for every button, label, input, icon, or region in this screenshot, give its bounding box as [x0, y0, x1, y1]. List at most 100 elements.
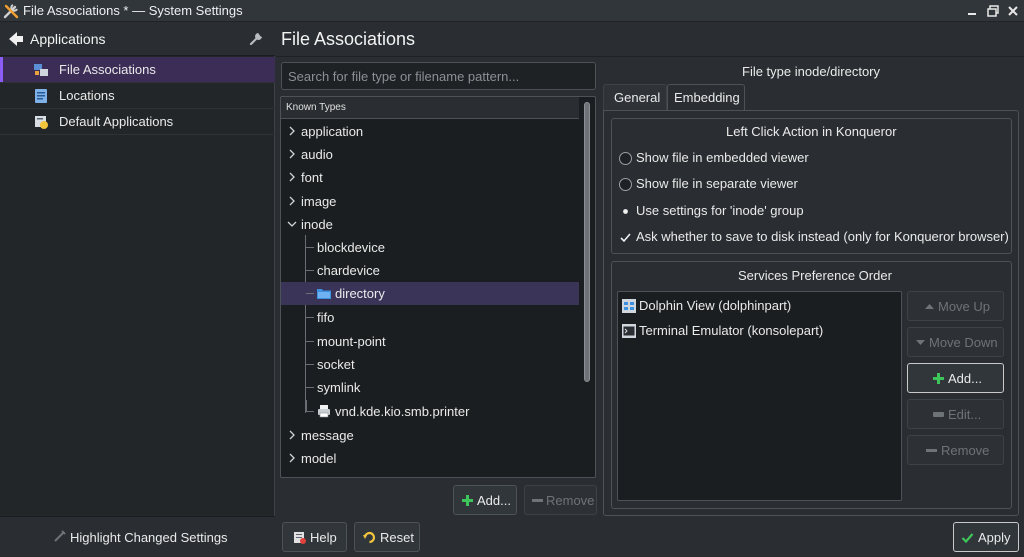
chevron-right-icon[interactable]: [287, 196, 297, 206]
wrench-icon[interactable]: [248, 29, 266, 47]
search-field[interactable]: [281, 62, 596, 90]
tree-connector: [306, 387, 314, 388]
remove-service-button[interactable]: Remove: [907, 435, 1004, 465]
radio-button[interactable]: [619, 152, 632, 165]
chevron-right-icon[interactable]: [287, 172, 297, 182]
move-down-button[interactable]: Move Down: [907, 327, 1004, 357]
checkmark-icon[interactable]: [619, 231, 632, 244]
tab-general-label: General: [614, 90, 661, 105]
tree-row[interactable]: chardevice: [281, 259, 579, 282]
sidebar-item-label: File Associations: [59, 62, 156, 77]
tree-row[interactable]: image: [281, 190, 579, 213]
reset-button[interactable]: Reset: [354, 522, 420, 552]
tree-connector: [306, 317, 314, 318]
tree-row[interactable]: blockdevice: [281, 236, 579, 259]
tree-row[interactable]: font: [281, 166, 579, 189]
tree-header-label: Known Types: [286, 102, 346, 113]
tree-row[interactable]: model: [281, 447, 579, 470]
sidebar-header-label[interactable]: Applications: [30, 31, 106, 47]
highlight-changed-settings-label: Highlight Changed Settings: [70, 530, 228, 545]
add-service-button[interactable]: Add...: [907, 363, 1004, 393]
chevron-right-icon[interactable]: [287, 453, 297, 463]
checkmark-icon: [961, 533, 974, 544]
tree-connector: [306, 411, 314, 412]
tree-header[interactable]: Known Types: [281, 97, 579, 119]
move-up-label: Move Up: [938, 299, 991, 314]
highlight-changed-settings-button[interactable]: Highlight Changed Settings: [0, 516, 275, 557]
help-icon: [294, 532, 306, 544]
edit-icon: [933, 412, 944, 417]
help-button[interactable]: Help: [282, 522, 347, 552]
highlight-icon: [54, 530, 66, 542]
remove-type-button[interactable]: Remove: [524, 485, 597, 515]
tree-connector: [306, 247, 314, 248]
tree-scrollbar[interactable]: [581, 100, 591, 475]
arrow-up-icon: [925, 304, 934, 309]
tree-row[interactable]: message: [281, 424, 579, 447]
tree-row-label: inode: [301, 217, 333, 232]
arrow-down-icon: [916, 340, 925, 345]
option-label: Use settings for 'inode' group: [636, 203, 804, 218]
tree-row[interactable]: vnd.kde.kio.smb.printer: [281, 400, 579, 423]
tree-row[interactable]: application: [281, 120, 579, 143]
tree-row-label: audio: [301, 147, 333, 162]
chevron-right-icon[interactable]: [287, 149, 297, 159]
folder-icon: [317, 289, 331, 299]
divider: [276, 56, 1024, 57]
tree-row-label: symlink: [317, 380, 361, 395]
sidebar-item-locations[interactable]: Locations: [0, 83, 275, 109]
reset-icon: [363, 531, 376, 544]
move-up-button[interactable]: Move Up: [907, 291, 1004, 321]
tree-row[interactable]: symlink: [281, 376, 579, 399]
sidebar: Applications File Associations Locations…: [0, 23, 275, 557]
window-title: File Associations * — System Settings: [23, 3, 243, 18]
add-type-label: Add...: [477, 493, 511, 508]
close-button[interactable]: [1005, 3, 1021, 19]
chevron-right-icon[interactable]: [287, 126, 297, 136]
minimize-button[interactable]: [964, 3, 980, 19]
sidebar-item-label: Default Applications: [59, 114, 174, 129]
add-type-button[interactable]: Add...: [453, 485, 517, 515]
restore-button[interactable]: [985, 3, 1001, 19]
plus-icon: [462, 495, 473, 506]
dolphin-view-icon: [622, 299, 636, 313]
back-arrow-icon[interactable]: [7, 30, 25, 48]
option-label: Show file in embedded viewer: [636, 150, 809, 165]
tree-row[interactable]: audio: [281, 143, 579, 166]
sidebar-item-file-associations[interactable]: File Associations: [0, 57, 275, 83]
system-settings-icon: [3, 4, 19, 19]
tree-connector: [306, 293, 314, 294]
services-preference-title: Services Preference Order: [738, 268, 892, 283]
selected-dot-icon[interactable]: [619, 205, 632, 218]
scrollbar-thumb[interactable]: [584, 102, 590, 382]
tree-row[interactable]: fifo: [281, 306, 579, 329]
terminal-icon: [622, 324, 636, 338]
tab-general[interactable]: General: [603, 84, 667, 110]
tree-row[interactable]: socket: [281, 353, 579, 376]
tree-row-label: fifo: [317, 310, 335, 325]
tree-row-label: message: [301, 428, 354, 443]
option-label: Ask whether to save to disk instead (onl…: [636, 229, 1009, 244]
remove-service-label: Remove: [941, 443, 990, 458]
tree-row-label: blockdevice: [317, 240, 385, 255]
tree-connector: [306, 364, 314, 365]
tree-row-label: vnd.kde.kio.smb.printer: [335, 404, 470, 419]
tab-embedding[interactable]: Embedding: [667, 84, 745, 110]
services-list[interactable]: Dolphin View (dolphinpart) Terminal Emul…: [617, 291, 902, 501]
tree-row[interactable]: mount-point: [281, 330, 579, 353]
chevron-down-icon[interactable]: [287, 219, 297, 229]
apply-button[interactable]: Apply: [953, 522, 1019, 552]
default-applications-icon: [35, 116, 48, 129]
tree-row[interactable]: inode: [281, 213, 579, 236]
sidebar-item-default-applications[interactable]: Default Applications: [0, 109, 275, 135]
chevron-right-icon[interactable]: [287, 430, 297, 440]
tree-row-label: image: [301, 194, 337, 209]
service-label: Terminal Emulator (konsolepart): [639, 323, 824, 338]
remove-type-label: Remove: [546, 493, 595, 508]
tree-row-selected[interactable]: directory: [281, 282, 579, 305]
help-label: Help: [310, 530, 337, 545]
edit-service-button[interactable]: Edit...: [907, 399, 1004, 429]
search-input[interactable]: [288, 68, 588, 85]
radio-button[interactable]: [619, 178, 632, 191]
known-types-tree[interactable]: Known Types application audio font image…: [280, 96, 596, 478]
